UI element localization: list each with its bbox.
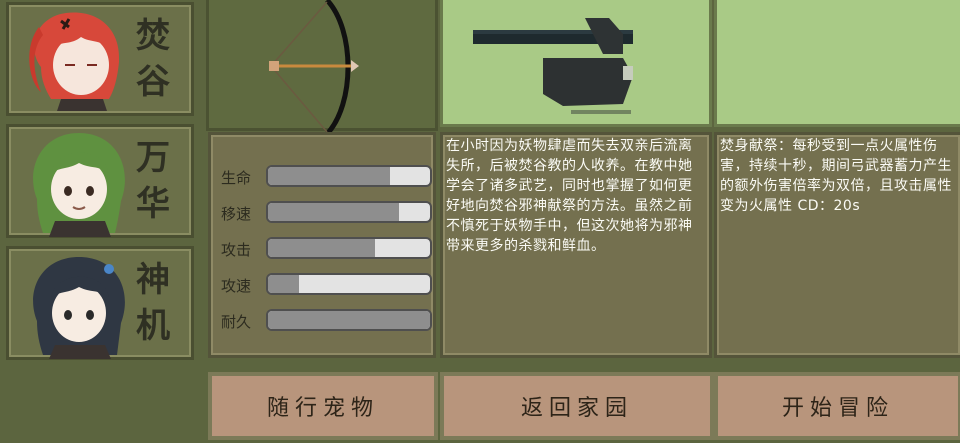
- character-card-fengu[interactable]: 焚谷: [6, 2, 194, 116]
- character-card-shenji[interactable]: 神机: [6, 246, 194, 360]
- character-name: 焚谷: [136, 16, 170, 102]
- stat-bar: [266, 273, 432, 295]
- stat-label: 攻速: [221, 277, 252, 295]
- character-name: 神机: [136, 260, 170, 346]
- stat-row-attack-speed: 攻速: [221, 273, 432, 297]
- stat-bar: [266, 309, 432, 331]
- skill-panel: 焚身献祭：每秒受到一点火属性伤害，持续十秒，期间弓武器蓄力产生的额外伤害倍率为双…: [714, 132, 960, 358]
- duck-cannon-icon: [473, 18, 633, 114]
- stat-bar: [266, 201, 432, 223]
- stat-fill: [268, 239, 375, 257]
- stat-row-hp: 生命: [221, 165, 432, 189]
- character-portrait-wanhua: [33, 133, 125, 237]
- stat-bar: [266, 165, 432, 187]
- stats-panel: 生命 移速 攻击 攻速 耐久: [208, 132, 436, 358]
- character-name: 万华: [136, 138, 170, 224]
- stat-fill: [268, 203, 400, 221]
- start-adventure-button[interactable]: 开始冒险: [714, 372, 960, 440]
- stat-fill: [268, 311, 430, 329]
- character-card-wanhua[interactable]: 万华: [6, 124, 194, 238]
- stat-row-attack: 攻击: [221, 237, 432, 261]
- stat-label: 耐久: [221, 313, 252, 331]
- bow-icon: [269, 0, 359, 134]
- stat-label: 攻击: [221, 241, 252, 259]
- stat-fill: [268, 275, 299, 293]
- skill-text: 焚身献祭：每秒受到一点火属性伤害，持续十秒，期间弓武器蓄力产生的额外伤害倍率为双…: [720, 138, 952, 214]
- stat-bar: [266, 237, 432, 259]
- empty-slot[interactable]: [714, 0, 960, 127]
- stat-label: 生命: [221, 169, 252, 187]
- stat-row-durability: 耐久: [221, 309, 432, 333]
- character-portrait-fengu: [29, 12, 120, 111]
- story-panel: 在小时因为妖物肆虐而失去双亲后流离失所，后被焚谷教的人收养。在教中她学会了诸多武…: [440, 132, 712, 358]
- pet-button[interactable]: 随行宠物: [208, 372, 438, 440]
- return-home-button[interactable]: 返回家园: [440, 372, 714, 440]
- stat-label: 移速: [221, 205, 252, 223]
- weapon-slot[interactable]: [206, 0, 438, 134]
- character-portrait-shenji: [33, 257, 125, 359]
- stat-fill: [268, 167, 390, 185]
- stat-row-speed: 移速: [221, 201, 432, 225]
- story-text: 在小时因为妖物肆虐而失去双亲后流离失所，后被焚谷教的人收养。在教中她学会了诸多武…: [446, 138, 693, 254]
- pet-slot[interactable]: [440, 0, 712, 127]
